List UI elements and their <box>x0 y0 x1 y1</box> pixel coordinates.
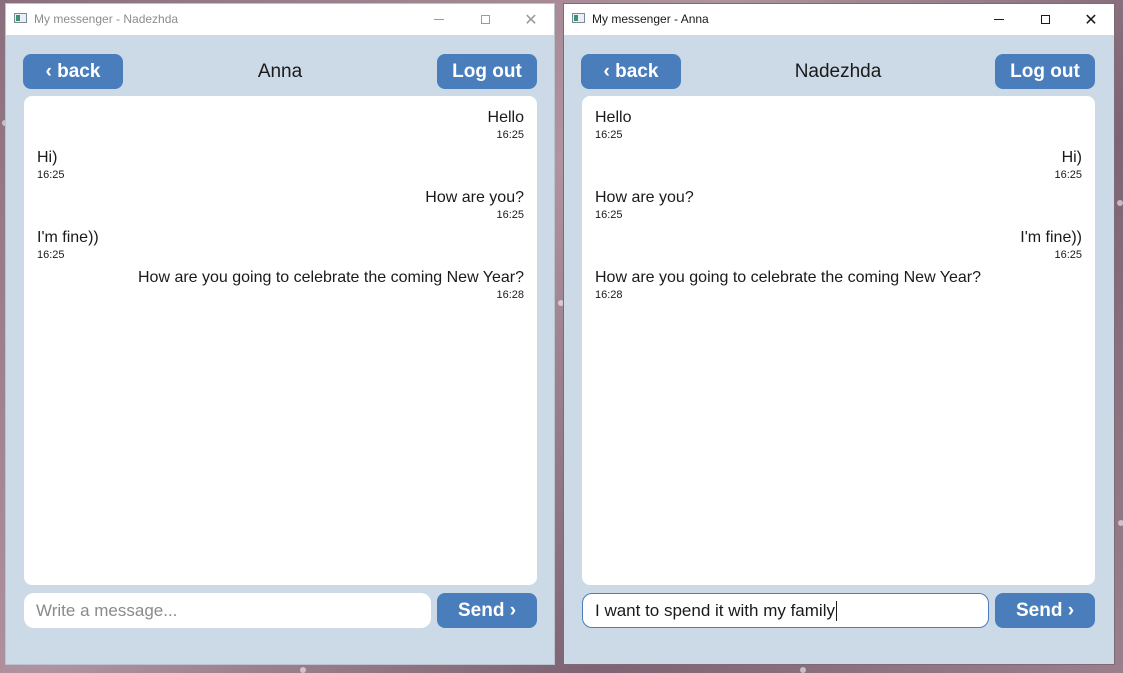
back-button[interactable]: ‹ back <box>581 54 681 89</box>
message-time: 16:25 <box>1054 169 1082 181</box>
close-icon: ✕ <box>1084 10 1098 29</box>
message-item: Hello 16:25 <box>595 108 1082 148</box>
send-button[interactable]: Send › <box>995 593 1095 628</box>
logout-button[interactable]: Log out <box>995 54 1095 89</box>
message-item: I'm fine)) 16:25 <box>595 228 1082 268</box>
message-list[interactable]: Hello 16:25 Hi) 16:25 How are you? 16:25… <box>582 96 1095 585</box>
message-list[interactable]: Hello 16:25 Hi) 16:25 How are you? 16:25… <box>24 96 537 585</box>
message-text: How are you going to celebrate the comin… <box>137 269 524 286</box>
message-item: How are you? 16:25 <box>595 188 1082 228</box>
window-title: My messenger - Nadezhda <box>34 12 179 26</box>
message-input[interactable]: I want to spend it with my family <box>582 593 989 628</box>
message-text: I'm fine)) <box>1020 229 1082 246</box>
message-time: 16:25 <box>1054 249 1082 261</box>
message-text: I'm fine)) <box>37 229 99 246</box>
message-item: How are you going to celebrate the comin… <box>595 268 1082 308</box>
close-button[interactable]: ✕ <box>1068 4 1114 35</box>
message-item: I'm fine)) 16:25 <box>37 228 524 268</box>
message-time: 16:28 <box>496 289 524 301</box>
text-caret <box>835 600 837 621</box>
maximize-button[interactable] <box>1022 4 1068 35</box>
message-item: Hello 16:25 <box>37 108 524 148</box>
title-bar[interactable]: My messenger - Anna ✕ <box>564 4 1114 35</box>
message-text: Hello <box>595 109 632 126</box>
close-icon: ✕ <box>524 10 538 29</box>
message-text: How are you? <box>425 189 524 206</box>
message-text: Hello <box>487 109 524 126</box>
message-time: 16:28 <box>595 289 623 301</box>
maximize-icon <box>480 15 490 24</box>
message-input-value: I want to spend it with my family <box>595 600 835 620</box>
message-item: Hi) 16:25 <box>595 148 1082 188</box>
message-time: 16:25 <box>595 209 623 221</box>
message-text: Hi) <box>37 149 58 166</box>
window-title: My messenger - Anna <box>592 12 709 26</box>
app-icon <box>572 13 585 23</box>
chat-contact-name: Anna <box>257 61 303 82</box>
messenger-window-nadezhda: My messenger - Nadezhda ✕ ‹ back Anna Lo… <box>5 3 555 665</box>
maximize-button[interactable] <box>462 4 508 35</box>
title-bar[interactable]: My messenger - Nadezhda ✕ <box>6 4 554 35</box>
message-text: How are you going to celebrate the comin… <box>595 269 982 286</box>
minimize-button[interactable] <box>416 4 462 35</box>
desktop-sparkle <box>800 667 806 673</box>
message-item: How are you? 16:25 <box>37 188 524 228</box>
messenger-window-anna: My messenger - Anna ✕ ‹ back Nadezhda Lo… <box>563 3 1115 665</box>
message-input-placeholder: Write a message... <box>36 600 178 620</box>
chat-contact-name: Nadezhda <box>794 61 882 82</box>
close-button[interactable]: ✕ <box>508 4 554 35</box>
message-text: Hi) <box>1061 149 1082 166</box>
maximize-icon <box>1040 15 1050 24</box>
desktop-sparkle <box>1117 200 1123 206</box>
minimize-button[interactable] <box>976 4 1022 35</box>
logout-button[interactable]: Log out <box>437 54 537 89</box>
message-time: 16:25 <box>595 129 623 141</box>
minimize-icon <box>994 19 1004 20</box>
message-time: 16:25 <box>496 129 524 141</box>
back-button[interactable]: ‹ back <box>23 54 123 89</box>
message-item: Hi) 16:25 <box>37 148 524 188</box>
message-text: How are you? <box>595 189 694 206</box>
desktop-sparkle <box>1118 520 1123 526</box>
message-item: How are you going to celebrate the comin… <box>37 268 524 308</box>
send-button[interactable]: Send › <box>437 593 537 628</box>
minimize-icon <box>434 19 444 20</box>
app-icon <box>14 13 27 23</box>
message-input[interactable]: Write a message... <box>24 593 431 628</box>
message-time: 16:25 <box>37 249 65 261</box>
message-time: 16:25 <box>496 209 524 221</box>
message-time: 16:25 <box>37 169 65 181</box>
desktop-sparkle <box>300 667 306 673</box>
